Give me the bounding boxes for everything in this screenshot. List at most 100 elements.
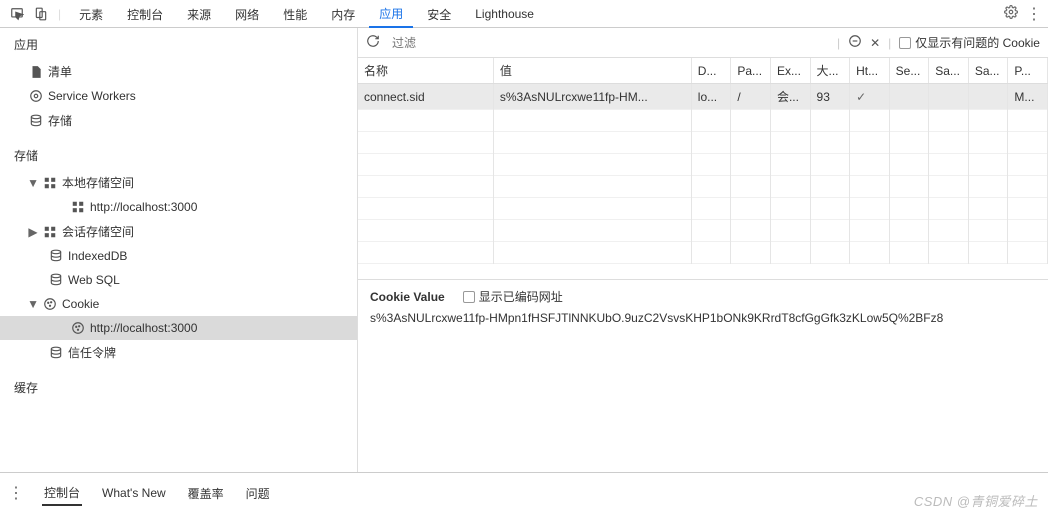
cell-expires: 会... [770, 84, 810, 110]
devtools-topbar: | 元素 控制台 来源 网络 性能 内存 应用 安全 Lighthouse ⋮ [0, 0, 1048, 28]
sidebar-local-storage[interactable]: ▼ 本地存储空间 [0, 170, 357, 195]
col-path[interactable]: Pa... [731, 58, 771, 84]
gear-icon [28, 88, 44, 104]
refresh-icon[interactable] [366, 34, 380, 51]
show-decoded-toggle[interactable]: 显示已编码网址 [463, 288, 563, 305]
cookie-detail: Cookie Value 显示已编码网址 s%3AsNULrcxwe11fp-H… [358, 280, 1048, 333]
sidebar-trust-tokens[interactable]: 信任令牌 [0, 340, 357, 365]
section-cache: 缓存 [0, 371, 357, 402]
inspect-icon[interactable] [6, 3, 28, 25]
tab-network[interactable]: 网络 [225, 1, 269, 27]
sidebar-label: IndexedDB [68, 249, 127, 263]
separator: | [837, 36, 840, 50]
table-row[interactable] [358, 198, 1048, 220]
detail-title: Cookie Value [370, 290, 445, 304]
tab-console[interactable]: 控制台 [117, 1, 173, 27]
tab-security[interactable]: 安全 [417, 1, 461, 27]
sidebar-cookies[interactable]: ▼ Cookie [0, 292, 357, 316]
drawer-whatsnew[interactable]: What's New [100, 482, 168, 503]
table-row[interactable] [358, 132, 1048, 154]
cookie-icon [70, 320, 86, 336]
checkbox-icon [463, 291, 475, 303]
sidebar-label: 本地存储空间 [62, 174, 134, 191]
sidebar-manifest[interactable]: 清单 [0, 59, 357, 84]
drawer-console[interactable]: 控制台 [42, 480, 82, 506]
col-expires[interactable]: Ex... [770, 58, 810, 84]
tab-memory[interactable]: 内存 [321, 1, 365, 27]
detail-value: s%3AsNULrcxwe11fp-HMpn1fHSFJTlNNKUbO.9uz… [370, 311, 1036, 325]
device-toggle-icon[interactable] [30, 3, 52, 25]
table-row[interactable] [358, 242, 1048, 264]
sidebar-indexeddb[interactable]: IndexedDB [0, 244, 357, 268]
only-issues-label: 仅显示有问题的 Cookie [915, 34, 1040, 51]
cell-path: / [731, 84, 771, 110]
sidebar-label: 会话存储空间 [62, 223, 134, 240]
tab-elements[interactable]: 元素 [69, 1, 113, 27]
col-samesite[interactable]: Sa... [929, 58, 969, 84]
cookie-icon [42, 296, 58, 312]
cookie-toolbar: | ✕ | 仅显示有问题的 Cookie [358, 28, 1048, 58]
drawer-tabs: ⋮ 控制台 What's New 覆盖率 问题 CSDN @青铜爱碎土 [0, 472, 1048, 512]
col-domain[interactable]: D... [691, 58, 731, 84]
show-decoded-label: 显示已编码网址 [479, 288, 563, 305]
col-value[interactable]: 值 [493, 58, 691, 84]
sidebar-service-workers[interactable]: Service Workers [0, 84, 357, 108]
sidebar-storage-root[interactable]: 存储 [0, 108, 357, 133]
drawer-issues[interactable]: 问题 [244, 481, 272, 505]
grid-icon [42, 175, 58, 191]
col-priority[interactable]: P... [1008, 58, 1048, 84]
only-issues-toggle[interactable]: 仅显示有问题的 Cookie [899, 34, 1040, 51]
col-size[interactable]: 大... [810, 58, 850, 84]
col-httponly[interactable]: Ht... [850, 58, 890, 84]
more-icon[interactable]: ⋮ [1026, 4, 1042, 24]
sidebar-websql[interactable]: Web SQL [0, 268, 357, 292]
app-sidebar: 应用 清单 Service Workers 存储 存储 ▼ 本地存储空间 htt… [0, 28, 358, 472]
sidebar-label: Web SQL [68, 273, 120, 287]
cell-size: 93 [810, 84, 850, 110]
sidebar-label: 存储 [48, 112, 72, 129]
col-name[interactable]: 名称 [358, 58, 493, 84]
checkbox-icon [899, 37, 911, 49]
tab-performance[interactable]: 性能 [273, 1, 317, 27]
table-row[interactable] [358, 154, 1048, 176]
sidebar-label: 清单 [48, 63, 72, 80]
clear-filter-icon[interactable] [848, 34, 862, 51]
grid-icon [42, 224, 58, 240]
database-icon [48, 248, 64, 264]
section-storage: 存储 [0, 139, 357, 170]
filter-input[interactable] [388, 32, 829, 54]
file-icon [28, 64, 44, 80]
close-icon[interactable]: ✕ [870, 36, 880, 50]
col-secure[interactable]: Se... [889, 58, 929, 84]
separator: | [888, 36, 891, 50]
table-row[interactable] [358, 176, 1048, 198]
tab-lighthouse[interactable]: Lighthouse [465, 2, 544, 25]
separator: | [58, 7, 61, 21]
section-application: 应用 [0, 28, 357, 59]
table-row[interactable] [358, 110, 1048, 132]
cell-samesite [929, 84, 969, 110]
table-header[interactable]: 名称 值 D... Pa... Ex... 大... Ht... Se... S… [358, 58, 1048, 84]
col-sameparty[interactable]: Sa... [968, 58, 1008, 84]
drawer-coverage[interactable]: 覆盖率 [186, 481, 226, 505]
sidebar-local-storage-url[interactable]: http://localhost:3000 [0, 195, 357, 219]
tab-sources[interactable]: 来源 [177, 1, 221, 27]
table-row[interactable]: connect.sid s%3AsNULrcxwe11fp-HM... lo..… [358, 84, 1048, 110]
watermark: CSDN @青铜爱碎土 [914, 491, 1038, 510]
sidebar-session-storage[interactable]: ▶ 会话存储空间 [0, 219, 357, 244]
table-row[interactable] [358, 220, 1048, 242]
tab-application[interactable]: 应用 [369, 0, 413, 28]
cell-name: connect.sid [358, 84, 493, 110]
sidebar-cookie-url[interactable]: http://localhost:3000 [0, 316, 357, 340]
sidebar-label: http://localhost:3000 [90, 321, 197, 335]
content-pane: | ✕ | 仅显示有问题的 Cookie 名称 值 D... Pa.. [358, 28, 1048, 472]
database-icon [28, 113, 44, 129]
chevron-down-icon: ▼ [28, 297, 38, 311]
cell-secure [889, 84, 929, 110]
cell-sameparty [968, 84, 1008, 110]
main-tabs: 元素 控制台 来源 网络 性能 内存 应用 安全 Lighthouse [69, 0, 1004, 28]
settings-icon[interactable] [1004, 5, 1018, 22]
more-icon[interactable]: ⋮ [8, 483, 24, 503]
sidebar-label: Service Workers [48, 89, 136, 103]
cookies-table: 名称 值 D... Pa... Ex... 大... Ht... Se... S… [358, 58, 1048, 280]
